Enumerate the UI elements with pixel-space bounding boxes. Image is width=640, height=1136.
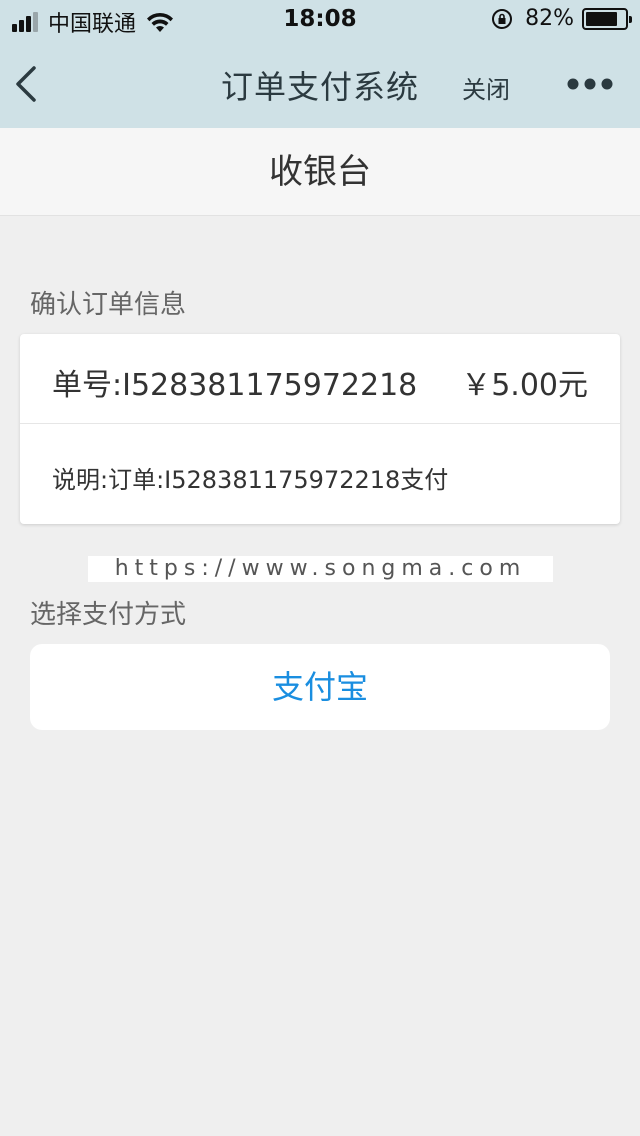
status-bar: 中国联通 18:08 82% [0, 0, 640, 40]
order-description: 说明:订单:I528381175972218支付 [52, 466, 449, 494]
alipay-button[interactable]: 支付宝 [30, 644, 610, 730]
watermark-text: https://www.songma.com [88, 556, 553, 582]
more-dots-icon[interactable] [566, 74, 614, 94]
battery-icon [582, 7, 632, 30]
close-button[interactable]: 关闭 [462, 70, 510, 105]
order-number: 单号:I528381175972218 [52, 368, 418, 403]
confirm-order-label: 确认订单信息 [30, 290, 187, 320]
payment-method-label: 选择支付方式 [30, 600, 187, 630]
order-amount: ￥5.00元 [461, 368, 588, 403]
page-header: 收银台 [0, 128, 640, 216]
top-bar: 中国联通 18:08 82% 订单支付系统 关闭 [0, 0, 640, 128]
order-card: 单号:I528381175972218 ￥5.00元 说明:订单:I528381… [20, 334, 620, 524]
status-right: 82% [491, 6, 632, 31]
nav-title: 订单支付系统 [220, 68, 419, 106]
order-summary-row: 单号:I528381175972218 ￥5.00元 [20, 334, 620, 424]
battery-percent: 82% [525, 6, 574, 31]
nav-bar: 订单支付系统 关闭 [0, 40, 640, 128]
battery-fill [586, 11, 618, 26]
rotation-lock-icon [492, 8, 513, 29]
